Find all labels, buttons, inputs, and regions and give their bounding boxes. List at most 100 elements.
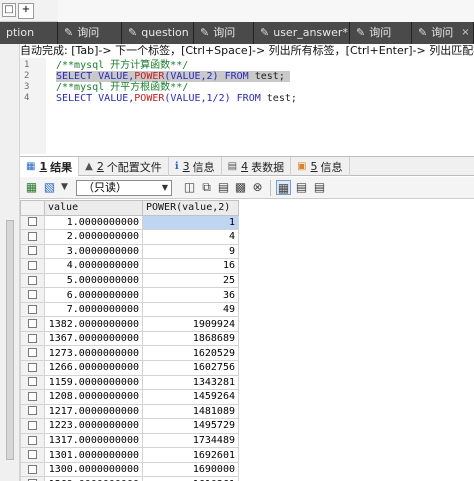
table-row[interactable]: 4.0000000000 16 [20,258,239,274]
row-checkbox-cell[interactable] [20,345,45,362]
table-row[interactable]: 1208.0000000000 1459264 [20,389,239,405]
cell-power[interactable]: 1868689 [142,330,239,347]
row-checkbox[interactable] [28,391,37,401]
cell-power[interactable]: 49 [142,301,239,318]
duplicate-row-icon[interactable]: ⧉ [199,180,214,195]
row-checkbox-cell[interactable] [20,258,45,274]
tab-table-data[interactable]: ▤ 4 表数据 [222,157,292,176]
cell-value[interactable]: 2.0000000000 [44,229,143,245]
cell-value[interactable]: 1208.0000000000 [44,389,143,405]
cell-value[interactable]: 1301.0000000000 [44,447,143,463]
tab-profiles[interactable]: ▲ 2 个配置文件 [79,157,169,176]
row-checkbox[interactable] [28,406,37,416]
row-checkbox[interactable] [28,217,37,227]
row-checkbox-cell[interactable] [20,447,45,463]
cell-value[interactable]: 1223.0000000000 [44,418,143,434]
row-checkbox-cell[interactable] [20,389,45,405]
table-row[interactable]: 7.0000000000 49 [20,301,239,318]
row-checkbox[interactable] [28,348,37,358]
table-row[interactable]: 1273.0000000000 1620529 [20,345,239,362]
cell-power[interactable]: 1 [142,214,239,231]
row-checkbox[interactable] [28,231,37,241]
row-checkbox-cell[interactable] [20,287,45,303]
row-checkbox-cell[interactable] [20,360,45,376]
row-checkbox[interactable] [28,420,37,430]
cell-value[interactable]: 1159.0000000000 [44,374,143,391]
left-panel-scrollbar[interactable] [0,44,20,481]
tab-info[interactable]: ℹ 3 信息 [169,157,222,176]
table-row[interactable]: 1382.0000000000 1909924 [20,316,239,332]
column-header-power[interactable]: POWER(value,2) [142,200,239,216]
cell-power[interactable]: 4 [142,229,239,245]
cell-value[interactable]: 1300.0000000000 [44,461,143,478]
table-row[interactable]: 2.0000000000 4 [20,229,239,245]
row-checkbox-cell[interactable] [20,316,45,332]
row-checkbox[interactable] [28,333,37,343]
row-checkbox-cell[interactable] [20,418,45,434]
result-grid[interactable]: value POWER(value,2) 1.0000000000 1 2.0000… [20,200,474,481]
cell-power[interactable]: 1620529 [142,345,239,362]
scrollbar-thumb[interactable] [6,220,14,460]
close-icon[interactable]: × [461,22,469,44]
cell-value[interactable]: 5.0000000000 [44,272,143,289]
row-checkbox[interactable] [28,362,37,372]
table-row[interactable]: 5.0000000000 25 [20,272,239,289]
cell-power[interactable]: 1343281 [142,374,239,391]
row-checkbox-cell[interactable] [20,214,45,231]
tab-query-3[interactable]: ✎ 询问 [350,22,412,44]
table-row[interactable]: 1.0000000000 1 [20,214,239,231]
cell-power[interactable]: 1690000 [142,461,239,478]
read-only-select[interactable]: （只读） ▼ [76,180,172,196]
cell-power[interactable]: 1495729 [142,418,239,434]
row-checkbox-cell[interactable] [20,403,45,420]
tab-query-1[interactable]: ✎ 询问 [58,22,122,44]
row-checkbox-cell[interactable] [20,476,45,481]
row-checkbox-cell[interactable] [20,374,45,391]
cell-value[interactable]: 4.0000000000 [44,258,143,274]
tab-question[interactable]: ✎ question [122,22,194,44]
delete-row-icon[interactable]: ▩ [233,180,248,195]
table-row[interactable]: 1159.0000000000 1343281 [20,374,239,391]
row-checkbox-cell[interactable] [20,301,45,318]
tab-info-2[interactable]: ▣ 5 信息 [291,157,350,176]
cell-power[interactable]: 1692601 [142,447,239,463]
row-checkbox[interactable] [28,275,37,285]
cell-value[interactable]: 1217.0000000000 [44,403,143,420]
row-checkbox[interactable] [28,319,37,329]
tab-query-2[interactable]: ✎ 询问 [194,22,254,44]
cell-power[interactable]: 1734489 [142,432,239,449]
row-checkbox-cell[interactable] [20,229,45,245]
table-row[interactable]: 1367.0000000000 1868689 [20,330,239,347]
cell-value[interactable]: 3.0000000000 [44,243,143,260]
row-checkbox-cell[interactable] [20,243,45,260]
table-row[interactable]: 1301.0000000000 1692601 [20,447,239,463]
cell-power[interactable]: 1909924 [142,316,239,332]
cell-power[interactable]: 1481089 [142,403,239,420]
table-row[interactable]: 1300.0000000000 1690000 [20,461,239,478]
cell-value[interactable]: 1382.0000000000 [44,316,143,332]
table-row[interactable]: 1223.0000000000 1495729 [20,418,239,434]
table-row[interactable]: 6.0000000000 36 [20,287,239,303]
table-row[interactable]: 1266.0000000000 1602756 [20,360,239,376]
window-icon[interactable]: □ [2,3,16,17]
table-row[interactable]: 1317.0000000000 1734489 [20,432,239,449]
cell-power[interactable]: 16 [142,258,239,274]
table-row[interactable]: 1217.0000000000 1481089 [20,403,239,420]
row-checkbox[interactable] [28,450,37,460]
form-view-icon[interactable]: ▤ [294,180,309,195]
cell-power[interactable]: 36 [142,287,239,303]
row-checkbox[interactable] [28,260,37,270]
cell-value[interactable]: 1273.0000000000 [44,345,143,362]
row-checkbox-cell[interactable] [20,432,45,449]
cell-value[interactable]: 1266.0000000000 [44,360,143,376]
row-checkbox[interactable] [28,377,37,387]
cell-value[interactable]: 1367.0000000000 [44,330,143,347]
tab-user-answer[interactable]: ✎ user_answer* [254,22,350,44]
cell-power[interactable]: 9 [142,243,239,260]
cell-value[interactable]: 1317.0000000000 [44,432,143,449]
row-checkbox[interactable] [28,304,37,314]
tab-result[interactable]: ▦ 1 结果 [20,157,80,176]
row-checkbox[interactable] [28,246,37,256]
grid-view-icon[interactable]: ▦ [276,180,291,195]
text-view-icon[interactable]: ▤ [312,180,327,195]
